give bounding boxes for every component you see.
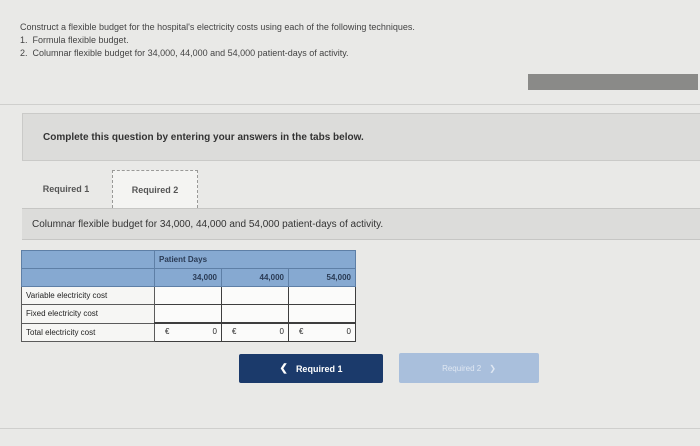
instruction-banner: Complete this question by entering your … [22, 113, 700, 161]
next-required-2-button: Required 2 ❯ [399, 353, 539, 383]
row-label-fixed: Fixed electricity cost [21, 304, 155, 324]
header-spacer [21, 268, 155, 287]
fixed-cost-44000-cell [221, 304, 289, 324]
tab-label: Required 1 [42, 184, 90, 194]
total-row: Total electricity cost € 0 € 0 € 0 [21, 322, 356, 342]
panel-header: Columnar flexible budget for 34,000, 44,… [22, 209, 700, 240]
total-value: 0 [279, 327, 284, 336]
flexible-budget-table: Patient Days 34,000 44,000 54,000 Variab… [21, 250, 356, 342]
fixed-cost-34000-input[interactable] [155, 305, 221, 322]
currency-symbol: € [165, 327, 170, 336]
item-text: Formula flexible budget. [32, 35, 129, 45]
intro-item-1: 1. Formula flexible budget. [20, 35, 415, 45]
group-header: Patient Days [154, 250, 356, 269]
button-label: Required 1 [295, 363, 343, 374]
currency-symbol: € [299, 327, 304, 336]
item-number: 1. [20, 35, 28, 45]
currency-symbol: € [232, 327, 237, 336]
fixed-cost-34000-cell [154, 304, 222, 324]
banner-text: Complete this question by entering your … [43, 131, 364, 143]
fixed-cost-54000-input[interactable] [289, 305, 355, 322]
header-spacer [21, 250, 155, 269]
column-header-44000: 44,000 [221, 268, 289, 287]
question-intro: Construct a flexible budget for the hosp… [20, 22, 415, 61]
column-header-34000: 34,000 [154, 268, 222, 287]
item-number: 2. [20, 48, 28, 58]
column-header-row: 34,000 44,000 54,000 [21, 268, 356, 287]
table-row: Variable electricity cost [21, 286, 356, 305]
total-54000: € 0 [288, 322, 356, 342]
row-label-variable: Variable electricity cost [21, 286, 155, 305]
variable-cost-54000-input[interactable] [289, 287, 355, 304]
chevron-left-icon: ❮ [279, 363, 288, 374]
variable-cost-44000-input[interactable] [222, 287, 288, 304]
variable-cost-44000-cell [221, 286, 289, 305]
fixed-cost-44000-input[interactable] [222, 305, 288, 322]
item-text: Columnar flexible budget for 34,000, 44,… [32, 48, 349, 58]
tab-label: Required 2 [131, 184, 179, 195]
button-label: Required 2 [442, 363, 482, 373]
variable-cost-34000-cell [154, 286, 222, 305]
variable-cost-54000-cell [288, 286, 356, 305]
row-label-total: Total electricity cost [21, 322, 155, 342]
chevron-right-icon: ❯ [489, 363, 496, 373]
tab-bar: Required 1 Required 2 [22, 166, 700, 209]
table-row: Fixed electricity cost [21, 304, 356, 324]
prev-required-1-button[interactable]: ❮ Required 1 [239, 354, 383, 383]
column-header-54000: 54,000 [288, 268, 356, 287]
tab-required-1[interactable]: Required 1 [26, 172, 106, 206]
variable-cost-34000-input[interactable] [155, 287, 221, 304]
header-row: Patient Days [21, 250, 356, 269]
intro-line: Construct a flexible budget for the hosp… [20, 22, 415, 32]
divider [0, 104, 700, 105]
fixed-cost-54000-cell [288, 304, 356, 324]
tab-required-2[interactable]: Required 2 [112, 170, 198, 208]
divider [0, 428, 700, 429]
total-value: 0 [346, 327, 351, 336]
total-34000: € 0 [154, 322, 222, 342]
answer-highlight [528, 74, 698, 90]
total-value: 0 [212, 327, 217, 336]
panel-title: Columnar flexible budget for 34,000, 44,… [32, 218, 384, 230]
intro-item-2: 2. Columnar flexible budget for 34,000, … [20, 48, 415, 58]
total-44000: € 0 [221, 322, 289, 342]
